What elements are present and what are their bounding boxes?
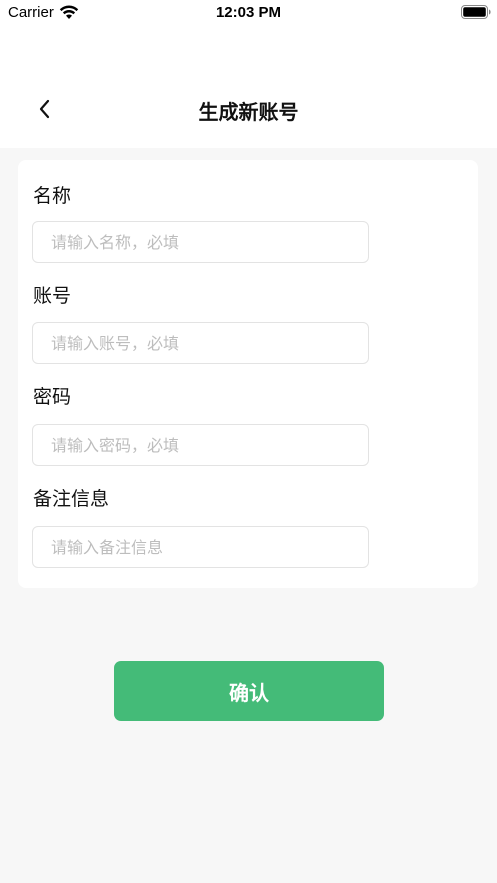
- password-label: 密码: [33, 386, 72, 408]
- notes-label: 备注信息: [33, 488, 110, 510]
- page-title: 生成新账号: [198, 100, 299, 124]
- clock: 12:03 PM: [215, 4, 282, 21]
- confirm-button[interactable]: 确认: [114, 661, 384, 721]
- password-input[interactable]: [32, 424, 369, 466]
- account-input[interactable]: [32, 322, 369, 364]
- form-card: 名称 账号 密码 备注信息: [18, 160, 478, 588]
- account-label: 账号: [33, 285, 72, 307]
- name-label: 名称: [33, 185, 72, 207]
- header-area: Carrier 12:03 PM 生成新账号: [0, 0, 497, 148]
- name-input[interactable]: [32, 221, 369, 263]
- navigation-bar: 生成新账号: [0, 84, 497, 134]
- screen: Carrier 12:03 PM 生成新账号 名称 请输入名称，必填 账号 请输…: [0, 0, 497, 883]
- battery-icon: [461, 5, 491, 19]
- status-bar: Carrier 12:03 PM: [0, 0, 497, 26]
- notes-input[interactable]: [32, 526, 369, 568]
